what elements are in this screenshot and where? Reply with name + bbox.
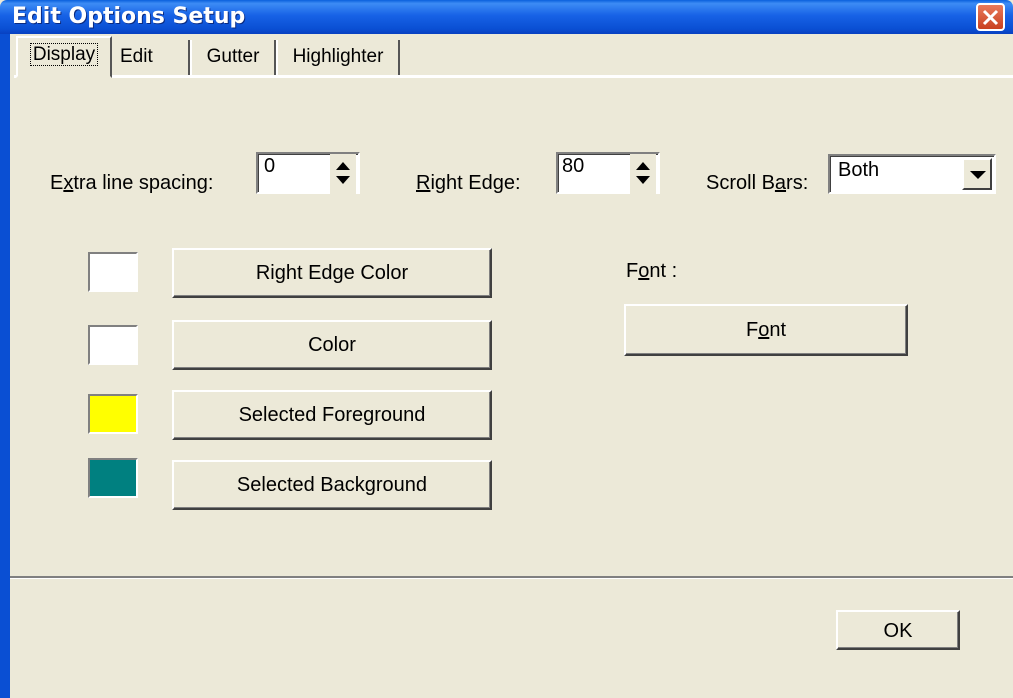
ok-button[interactable]: OK	[836, 610, 960, 650]
footer-divider	[10, 576, 1013, 579]
window-title: Edit Options Setup	[12, 4, 246, 29]
tab-display-label: Display	[29, 43, 99, 66]
tab-gutter[interactable]: Gutter	[190, 40, 276, 75]
tab-highlighter-label: Highlighter	[292, 46, 384, 67]
selected-background-button[interactable]: Selected Background	[172, 460, 492, 510]
right-edge-input[interactable]: 80	[556, 152, 660, 194]
scroll-bars-label: Scroll Bars:	[706, 172, 809, 194]
extra-line-spacing-value: 0	[264, 155, 276, 177]
close-icon	[982, 9, 999, 26]
tab-highlighter[interactable]: Highlighter	[276, 40, 400, 75]
extra-line-spacing-spinner[interactable]	[330, 154, 356, 194]
right-edge-color-swatch	[88, 252, 138, 292]
right-edge-color-button[interactable]: Right Edge Color	[172, 248, 492, 298]
spin-arrows-icon	[636, 162, 650, 184]
color-button[interactable]: Color	[172, 320, 492, 370]
font-label: Font :	[626, 260, 678, 282]
font-button[interactable]: Font	[624, 304, 908, 356]
right-edge-value: 80	[562, 155, 585, 177]
tab-gutter-label: Gutter	[206, 46, 260, 67]
tab-display[interactable]: Display	[16, 36, 112, 78]
color-swatch	[88, 325, 138, 365]
right-edge-color-label: Right Edge Color	[255, 262, 409, 284]
ok-label: OK	[883, 620, 913, 642]
dropdown-button[interactable]	[962, 158, 992, 190]
selected-foreground-swatch	[88, 394, 138, 434]
extra-line-spacing-input[interactable]: 0	[256, 152, 360, 194]
tab-edit[interactable]: Edit	[112, 40, 190, 75]
right-edge-label: Right Edge:	[416, 172, 521, 194]
scroll-bars-select[interactable]: Both	[828, 154, 996, 194]
selected-foreground-button[interactable]: Selected Foreground	[172, 390, 492, 440]
color-label: Color	[308, 334, 356, 356]
title-bar[interactable]: Edit Options Setup	[0, 0, 1013, 34]
window-frame-left	[0, 34, 10, 698]
selected-background-swatch	[88, 458, 138, 498]
selected-background-label: Selected Background	[236, 474, 428, 496]
selected-foreground-label: Selected Foreground	[238, 404, 426, 426]
scroll-bars-value: Both	[838, 159, 880, 181]
spin-arrows-icon	[336, 162, 350, 184]
tab-edit-label: Edit	[120, 46, 153, 67]
right-edge-spinner[interactable]	[630, 154, 656, 194]
tab-panel-border	[14, 75, 1013, 78]
close-button[interactable]	[976, 3, 1005, 31]
extra-line-spacing-label: Extra line spacing:	[50, 172, 214, 194]
font-button-label: Font	[745, 319, 787, 341]
chevron-down-icon	[970, 171, 986, 179]
